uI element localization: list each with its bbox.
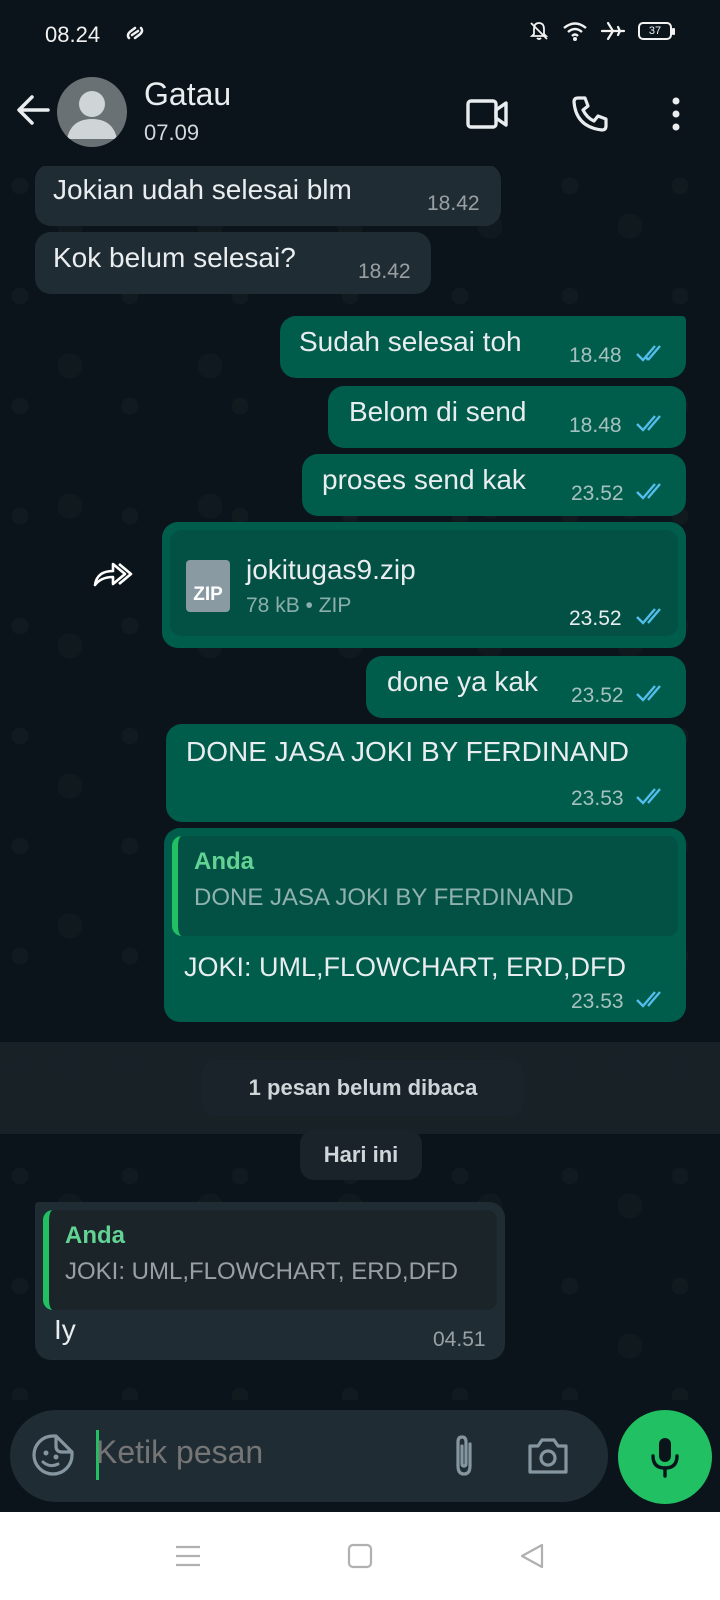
battery-icon: 37 (638, 22, 675, 40)
status-icons: 37 (528, 20, 675, 42)
voice-message-button[interactable] (618, 1410, 712, 1504)
camera-button[interactable] (524, 1432, 572, 1480)
default-avatar-icon (67, 91, 117, 139)
message-text: proses send kak (322, 464, 526, 495)
menu-lines-icon (176, 1545, 200, 1567)
last-seen: 07.09 (144, 120, 200, 145)
attach-button[interactable] (442, 1432, 486, 1480)
message-bubble-incoming[interactable]: Jokian udah selesai blm 18.42 (35, 166, 501, 226)
voice-call-button[interactable] (566, 90, 614, 138)
file-name: jokitugas9.zip (246, 554, 416, 585)
message-bubble-incoming-reply[interactable]: Anda JOKI: UML,FLOWCHART, ERD,DFD Iy 04.… (35, 1202, 505, 1360)
back-arrow-icon[interactable] (14, 90, 54, 130)
read-ticks-icon (636, 415, 661, 432)
date-separator: Hari ini (300, 1130, 422, 1180)
status-bar: 08.24 37 (0, 0, 720, 68)
home-square-icon (347, 1543, 373, 1569)
status-time: 08.24 (45, 22, 101, 47)
link-icon (124, 22, 146, 50)
contact-name[interactable]: Gatau (144, 76, 231, 113)
system-nav-bar (0, 1512, 720, 1600)
camera-icon (528, 1438, 568, 1474)
message-bubble-outgoing[interactable]: done ya kak 23.52 (366, 656, 686, 718)
chat-area[interactable]: Jokian udah selesai blm 18.42 Kok belum … (0, 166, 720, 1400)
message-bubble-outgoing[interactable]: Belom di send 18.48 (328, 386, 686, 448)
zip-file-icon: ZIP (186, 560, 230, 612)
message-time: 18.48 (569, 414, 622, 437)
wifi-icon (563, 22, 587, 41)
phone-icon (572, 96, 608, 132)
message-time: 23.52 (571, 482, 624, 505)
read-ticks-icon (636, 345, 661, 362)
message-time: 23.52 (569, 607, 622, 630)
quote-author: Anda (65, 1222, 125, 1249)
read-ticks-icon (636, 991, 661, 1008)
message-text: done ya kak (387, 666, 538, 697)
read-ticks-icon (636, 483, 661, 500)
forward-icon (93, 562, 133, 587)
video-camera-icon (466, 99, 508, 129)
quote-text: DONE JASA JOKI BY FERDINAND (194, 884, 574, 911)
paperclip-icon (456, 1435, 472, 1476)
message-text: Kok belum selesai? (53, 242, 296, 273)
message-text: Belom di send (349, 396, 527, 427)
message-time: 23.53 (571, 787, 624, 810)
message-time: 18.42 (358, 260, 411, 283)
quote-text: JOKI: UML,FLOWCHART, ERD,DFD (65, 1258, 458, 1285)
recent-apps-button[interactable] (168, 1538, 208, 1574)
quoted-message[interactable]: Anda JOKI: UML,FLOWCHART, ERD,DFD (43, 1210, 497, 1310)
message-time: 18.48 (569, 344, 622, 367)
more-options-button[interactable] (652, 90, 700, 138)
message-text: DONE JASA JOKI BY FERDINAND (186, 736, 629, 767)
home-button[interactable] (340, 1538, 380, 1574)
sticker-icon (32, 1434, 74, 1476)
message-bubble-outgoing[interactable]: Sudah selesai toh 18.48 (280, 316, 686, 378)
message-bubble-outgoing[interactable]: DONE JASA JOKI BY FERDINAND 23.53 (166, 724, 686, 822)
message-composer (10, 1410, 608, 1502)
message-text: Iy (54, 1314, 76, 1345)
unread-divider: 1 pesan belum dibaca (0, 1042, 720, 1134)
quote-author: Anda (194, 848, 254, 875)
forward-button[interactable] (84, 546, 140, 602)
message-time: 23.53 (571, 990, 624, 1013)
message-text: Jokian udah selesai blm (53, 174, 352, 205)
message-bubble-outgoing[interactable]: proses send kak 23.52 (302, 454, 686, 516)
message-time: 18.42 (427, 192, 480, 215)
message-text: Sudah selesai toh (299, 326, 522, 357)
battery-level: 37 (648, 25, 662, 37)
quoted-message[interactable]: Anda DONE JASA JOKI BY FERDINAND (172, 836, 678, 936)
chat-header: Gatau 07.09 (0, 68, 720, 166)
message-input[interactable] (96, 1434, 426, 1471)
message-time: 04.51 (433, 1328, 486, 1351)
message-bubble-incoming[interactable]: Kok belum selesai? 18.42 (35, 232, 431, 294)
mute-bell-icon (529, 22, 549, 40)
microphone-icon (651, 1438, 679, 1478)
read-ticks-icon (636, 788, 661, 805)
back-triangle-icon (520, 1543, 544, 1569)
message-text: JOKI: UML,FLOWCHART, ERD,DFD (184, 952, 627, 982)
back-button[interactable] (512, 1538, 552, 1574)
read-ticks-icon (636, 685, 661, 702)
sticker-button[interactable] (30, 1432, 76, 1478)
message-bubble-outgoing-file[interactable]: ZIP jokitugas9.zip 78 kB • ZIP 23.52 (162, 522, 686, 648)
unread-label: 1 pesan belum dibaca (202, 1060, 524, 1116)
file-type-badge: ZIP (193, 584, 223, 605)
message-time: 23.52 (571, 684, 624, 707)
more-vertical-icon (672, 97, 680, 131)
airplane-icon (600, 21, 626, 41)
video-call-button[interactable] (463, 90, 511, 138)
read-ticks-icon (636, 608, 661, 625)
message-bubble-outgoing-reply[interactable]: Anda DONE JASA JOKI BY FERDINAND JOKI: U… (164, 828, 686, 1022)
avatar[interactable] (57, 77, 127, 147)
file-meta: 78 kB • ZIP (246, 594, 352, 617)
